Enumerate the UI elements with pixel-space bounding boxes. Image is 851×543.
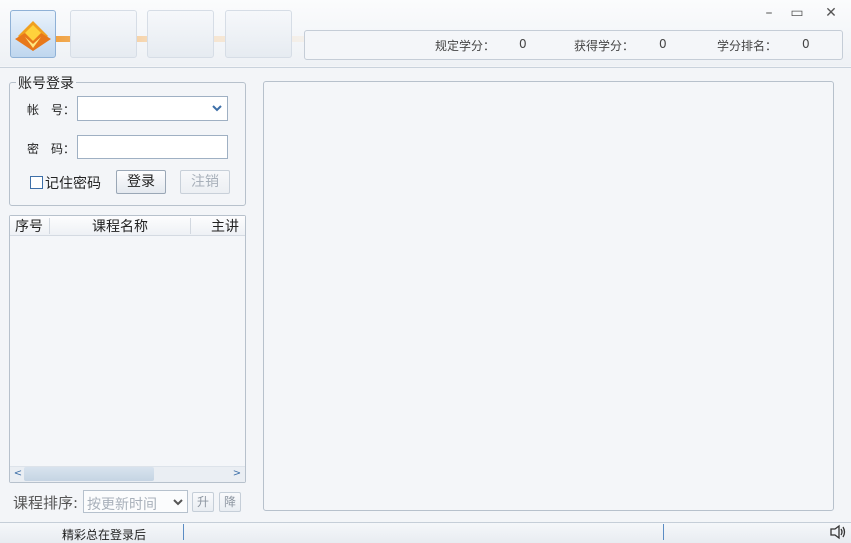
status-separator bbox=[663, 524, 664, 540]
sort-descending-button[interactable]: 降 bbox=[219, 492, 241, 512]
earned-credit-label: 获得学分： bbox=[574, 39, 635, 53]
credit-rank-value: 0 bbox=[802, 37, 810, 51]
scroll-right-icon[interactable]: > bbox=[230, 467, 244, 481]
chevron-down-icon bbox=[212, 105, 222, 112]
password-label: 密 码： bbox=[27, 142, 76, 156]
logout-button[interactable]: 注销 bbox=[180, 170, 230, 194]
status-text: 精彩总在登录后 bbox=[62, 528, 147, 542]
course-list[interactable] bbox=[9, 215, 246, 483]
column-header-lecturer[interactable]: 主讲 bbox=[211, 218, 239, 236]
account-combo[interactable] bbox=[77, 96, 228, 121]
sort-order-value: 按更新时间 bbox=[87, 497, 157, 513]
nav-tab-2[interactable] bbox=[147, 10, 214, 58]
column-separator[interactable] bbox=[190, 218, 191, 234]
remember-password-label[interactable]: 记住密码 bbox=[45, 173, 101, 193]
remember-password-checkbox[interactable] bbox=[30, 176, 43, 189]
login-button[interactable]: 登录 bbox=[116, 170, 166, 194]
close-icon: ✕ bbox=[825, 5, 837, 21]
minimize-button[interactable]: – bbox=[756, 2, 782, 24]
nav-tab-3[interactable] bbox=[225, 10, 292, 58]
logo-tab[interactable] bbox=[10, 10, 56, 58]
scrollbar-thumb[interactable] bbox=[24, 467, 154, 481]
password-field-wrap bbox=[77, 135, 228, 159]
maximize-button[interactable]: ▭ bbox=[784, 2, 810, 24]
diamond-logo-icon bbox=[15, 21, 51, 51]
password-field[interactable] bbox=[78, 136, 227, 158]
sort-label: 课程排序: bbox=[13, 494, 79, 512]
login-group-title: 账号登录 bbox=[16, 73, 76, 93]
minimize-icon: – bbox=[765, 5, 773, 21]
scroll-left-icon[interactable]: < bbox=[11, 467, 25, 481]
header-divider bbox=[0, 67, 851, 68]
maximize-icon: ▭ bbox=[790, 5, 804, 21]
content-panel bbox=[263, 81, 834, 511]
sort-order-select[interactable]: 按更新时间 bbox=[83, 490, 188, 513]
column-header-course-name[interactable]: 课程名称 bbox=[92, 218, 148, 236]
account-label: 帐 号： bbox=[27, 103, 76, 117]
close-button[interactable]: ✕ bbox=[818, 2, 844, 24]
column-separator[interactable] bbox=[49, 218, 50, 234]
speaker-icon[interactable] bbox=[829, 524, 847, 540]
earned-credit-value: 0 bbox=[659, 37, 667, 51]
nav-tab-1[interactable] bbox=[70, 10, 137, 58]
status-separator bbox=[183, 524, 184, 540]
sort-ascending-button[interactable]: 升 bbox=[192, 492, 214, 512]
chevron-down-icon bbox=[173, 499, 183, 506]
required-credit-label: 规定学分： bbox=[435, 39, 496, 53]
required-credit-value: 0 bbox=[519, 37, 527, 51]
credit-rank-label: 学分排名： bbox=[717, 39, 778, 53]
column-header-index[interactable]: 序号 bbox=[15, 218, 43, 236]
